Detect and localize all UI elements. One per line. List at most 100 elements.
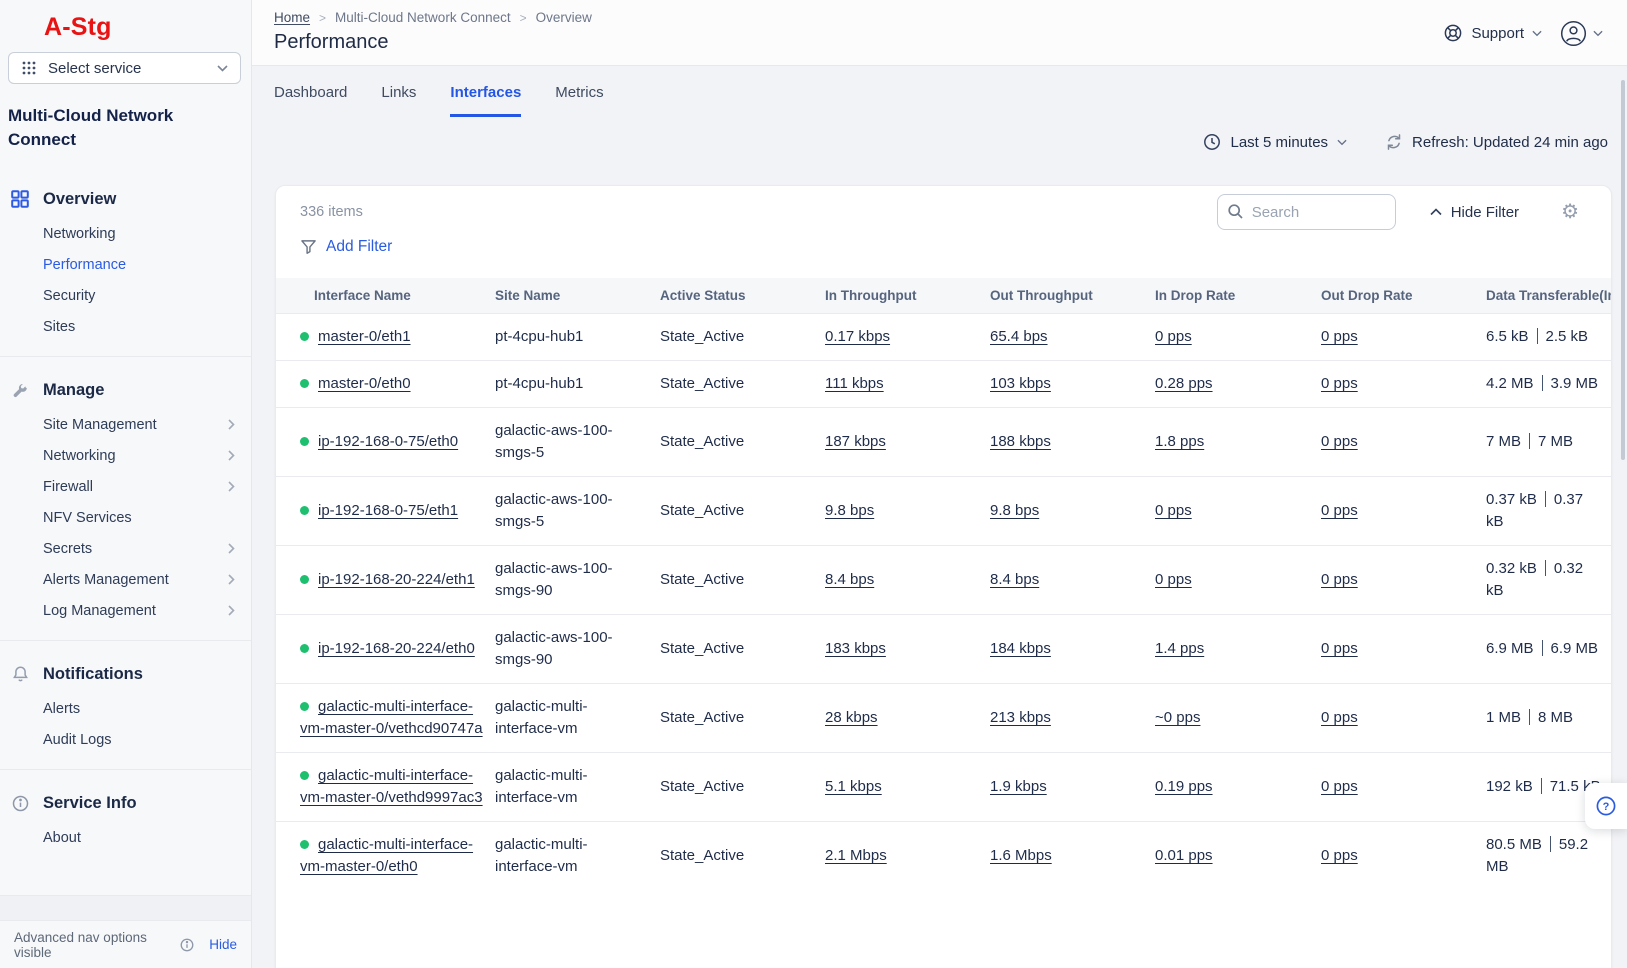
interface-name-link[interactable]: galactic-multi-interface-vm-master-0/vet… [300,767,483,806]
col-interface-name[interactable]: Interface Name [276,278,495,314]
table-row[interactable]: ip-192-168-0-75/eth1 galactic-aws-100-sm… [276,477,1612,546]
out-drop-rate-link[interactable]: 0 pps [1321,328,1358,345]
out-throughput-link[interactable]: 8.4 bps [990,571,1039,588]
sidebar-section-service-info[interactable]: Service Info [0,784,251,822]
in-throughput-link[interactable]: 28 kbps [825,709,878,726]
in-drop-rate-link[interactable]: 0 pps [1155,328,1192,345]
sidebar-item-alerts-management[interactable]: Alerts Management [0,564,251,595]
sidebar-item-about[interactable]: About [0,822,251,853]
table-row[interactable]: master-0/eth1 pt-4cpu-hub1 State_Active … [276,314,1612,361]
in-drop-rate-link[interactable]: 0 pps [1155,571,1192,588]
sidebar-item-site-management[interactable]: Site Management [0,409,251,440]
help-button[interactable]: ? [1585,783,1627,829]
table-row[interactable]: ip-192-168-20-224/eth0 galactic-aws-100-… [276,615,1612,684]
col-out-throughput[interactable]: Out Throughput [990,278,1155,314]
tab-metrics[interactable]: Metrics [555,84,603,117]
breadcrumb-home[interactable]: Home [274,10,310,25]
col-in-drop-rate[interactable]: In Drop Rate [1155,278,1321,314]
account-menu[interactable] [1560,20,1603,47]
in-drop-rate-link[interactable]: 0 pps [1155,502,1192,519]
col-in-throughput[interactable]: In Throughput [825,278,990,314]
sidebar-item-networking[interactable]: Networking [0,218,251,249]
out-drop-rate-link[interactable]: 0 pps [1321,502,1358,519]
out-throughput-link[interactable]: 188 kbps [990,433,1051,450]
interface-name-link[interactable]: galactic-multi-interface-vm-master-0/vet… [300,698,483,737]
interface-name-link[interactable]: ip-192-168-20-224/eth1 [318,571,475,588]
out-throughput-link[interactable]: 184 kbps [990,640,1051,657]
sidebar-item-alerts[interactable]: Alerts [0,693,251,724]
in-drop-rate-link[interactable]: 0.19 pps [1155,778,1213,795]
col-out-drop-rate[interactable]: Out Drop Rate [1321,278,1486,314]
interface-name-link[interactable]: ip-192-168-0-75/eth0 [318,433,458,450]
in-drop-rate-link[interactable]: 0.01 pps [1155,847,1213,864]
out-throughput-link[interactable]: 9.8 bps [990,502,1039,519]
out-drop-rate-link[interactable]: 0 pps [1321,778,1358,795]
in-throughput-link[interactable]: 0.17 kbps [825,328,890,345]
out-throughput-link[interactable]: 65.4 bps [990,328,1048,345]
table-row[interactable]: galactic-multi-interface-vm-master-0/vet… [276,684,1612,753]
in-throughput-link[interactable]: 183 kbps [825,640,886,657]
scrollbar[interactable] [1621,80,1625,460]
in-throughput-link[interactable]: 187 kbps [825,433,886,450]
service-selector[interactable]: Select service [8,52,241,84]
breadcrumb-overview[interactable]: Overview [536,10,592,25]
col-active-status[interactable]: Active Status [660,278,825,314]
interface-name-link[interactable]: ip-192-168-0-75/eth1 [318,502,458,519]
hide-advanced-nav-link[interactable]: Hide [209,937,237,952]
hide-filter-button[interactable]: Hide Filter [1430,204,1519,221]
sidebar-item-secrets[interactable]: Secrets [0,533,251,564]
add-filter-button[interactable]: Add Filter [300,238,392,256]
sidebar-section-overview[interactable]: Overview [0,180,251,218]
col-site-name[interactable]: Site Name [495,278,660,314]
out-throughput-link[interactable]: 1.6 Mbps [990,847,1052,864]
tab-interfaces[interactable]: Interfaces [450,84,521,117]
out-drop-rate-link[interactable]: 0 pps [1321,640,1358,657]
in-throughput-link[interactable]: 2.1 Mbps [825,847,887,864]
interface-name-link[interactable]: galactic-multi-interface-vm-master-0/eth… [300,836,473,875]
table-row[interactable]: galactic-multi-interface-vm-master-0/vet… [276,753,1612,822]
interface-name-link[interactable]: master-0/eth1 [318,328,411,345]
breadcrumb-service[interactable]: Multi-Cloud Network Connect [335,10,511,25]
table-row[interactable]: ip-192-168-20-224/eth1 galactic-aws-100-… [276,546,1612,615]
in-throughput-link[interactable]: 8.4 bps [825,571,874,588]
sidebar-item-sites[interactable]: Sites [0,311,251,342]
tab-links[interactable]: Links [381,84,416,117]
table-row[interactable]: galactic-multi-interface-vm-master-0/eth… [276,822,1612,891]
sidebar-item-manage-networking[interactable]: Networking [0,440,251,471]
sidebar-item-audit-logs[interactable]: Audit Logs [0,724,251,755]
in-drop-rate-link[interactable]: 1.4 pps [1155,640,1204,657]
in-throughput-link[interactable]: 111 kbps [825,375,884,392]
in-throughput-link[interactable]: 5.1 kbps [825,778,882,795]
tab-dashboard[interactable]: Dashboard [274,84,347,117]
sidebar-item-log-management[interactable]: Log Management [0,595,251,626]
out-drop-rate-link[interactable]: 0 pps [1321,709,1358,726]
sidebar-section-notifications[interactable]: Notifications [0,655,251,693]
time-range-selector[interactable]: Last 5 minutes [1203,133,1347,151]
out-drop-rate-link[interactable]: 0 pps [1321,375,1358,392]
in-throughput-link[interactable]: 9.8 bps [825,502,874,519]
out-throughput-link[interactable]: 1.9 kbps [990,778,1047,795]
settings-gear-icon[interactable]: ⚙ [1561,202,1579,222]
data-transferable-cell: 4.2 MB3.9 MB [1486,361,1612,408]
sidebar-item-performance[interactable]: Performance [0,249,251,280]
out-throughput-link[interactable]: 103 kbps [990,375,1051,392]
refresh-button[interactable]: Refresh: Updated 24 min ago [1385,133,1608,151]
in-drop-rate-link[interactable]: 0.28 pps [1155,375,1213,392]
out-throughput-link[interactable]: 213 kbps [990,709,1051,726]
out-drop-rate-link[interactable]: 0 pps [1321,847,1358,864]
sidebar-item-nfv-services[interactable]: NFV Services [0,502,251,533]
out-drop-rate-link[interactable]: 0 pps [1321,433,1358,450]
interface-name-link[interactable]: master-0/eth0 [318,375,411,392]
support-menu[interactable]: Support [1443,23,1542,43]
col-data-transferable[interactable]: Data Transferable(In [1486,278,1612,314]
table-row[interactable]: ip-192-168-0-75/eth0 galactic-aws-100-sm… [276,408,1612,477]
in-drop-rate-link[interactable]: 1.8 pps [1155,433,1204,450]
sidebar-section-manage[interactable]: Manage [0,371,251,409]
interface-name-link[interactable]: ip-192-168-20-224/eth0 [318,640,475,657]
in-drop-rate-link[interactable]: ~0 pps [1155,709,1200,726]
sidebar-item-security[interactable]: Security [0,280,251,311]
table-row[interactable]: master-0/eth0 pt-4cpu-hub1 State_Active … [276,361,1612,408]
sidebar-item-firewall[interactable]: Firewall [0,471,251,502]
time-controls: Last 5 minutes Refresh: Updated 24 min a… [1203,133,1608,151]
out-drop-rate-link[interactable]: 0 pps [1321,571,1358,588]
